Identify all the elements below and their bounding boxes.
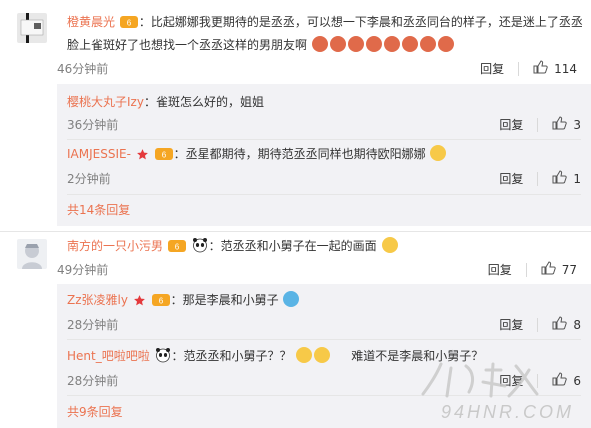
comment-text-cont: 脸上雀斑好了也想找一个丞丞这样的男朋友啊 — [67, 38, 308, 52]
reply-time: 28分钟前 — [67, 318, 119, 332]
comment-time: 49分钟前 — [57, 263, 109, 277]
svg-text:6: 6 — [127, 19, 132, 28]
laugh-emoji-icon — [383, 36, 400, 52]
laugh-emoji-icon — [296, 347, 313, 363]
panda-emoji-icon — [192, 237, 208, 259]
reply-time: 28分钟前 — [67, 374, 119, 388]
reply-username[interactable]: IAMJESSIE- — [67, 147, 131, 161]
reply-button[interactable]: 回复 — [499, 116, 523, 133]
reply-button[interactable]: 回复 — [499, 316, 523, 333]
reply-item: IAMJESSIE- 6 ：丞星都期待，期待范丞丞同样也期待欧阳娜娜 2分钟前 回… — [67, 140, 581, 195]
svg-text:6: 6 — [161, 151, 166, 160]
avatar[interactable] — [17, 13, 47, 43]
like-button[interactable]: 8 — [552, 316, 581, 333]
reply-button[interactable]: 回复 — [488, 261, 512, 278]
like-count: 77 — [561, 262, 577, 277]
vip-crown-icon: 6 — [151, 293, 170, 313]
thumbs-up-icon — [552, 116, 568, 133]
like-button[interactable]: 3 — [552, 116, 581, 133]
thumbs-up-icon — [533, 60, 548, 77]
svg-text:6: 6 — [175, 243, 180, 252]
laugh-emoji-icon — [329, 36, 346, 52]
like-button[interactable]: 77 — [541, 261, 577, 278]
divider — [525, 262, 527, 277]
watermark-text: 94HNR.COM — [441, 402, 574, 422]
like-button[interactable]: 1 — [552, 170, 581, 187]
view-more-replies-link[interactable]: 共14条回复 — [67, 201, 130, 218]
thumbs-up-icon — [541, 261, 556, 278]
like-button[interactable]: 114 — [533, 60, 577, 77]
divider — [537, 117, 539, 132]
laugh-emoji-icon — [401, 36, 418, 52]
divider — [537, 317, 539, 332]
panda-emoji-icon — [155, 347, 171, 369]
comment-username[interactable]: 橙黄晨光 — [67, 15, 115, 29]
reply-text: ：丞星都期待，期待范丞丞同样也期待欧阳娜娜 — [173, 147, 426, 161]
like-count: 8 — [573, 317, 581, 332]
kiss-emoji-icon — [430, 145, 447, 161]
reply-username[interactable]: Zz张凌雅ly — [67, 293, 128, 307]
comment-text: ：范丞丞和小舅子在一起的画面 — [208, 239, 377, 253]
laugh-emoji-icon — [419, 36, 436, 52]
thumbs-up-icon — [552, 316, 568, 333]
comment-text: ：比起娜娜我更期待的是丞丞，可以想一下李晨和丞丞同台的样子，还是迷上了丞丞 — [138, 15, 583, 29]
like-count: 3 — [573, 117, 581, 132]
laugh-emoji-icon — [365, 36, 382, 52]
divider — [518, 61, 520, 76]
laugh-emoji-icon — [311, 36, 328, 52]
vip-crown-icon: 6 — [167, 239, 186, 259]
laugh-emoji-icon — [437, 36, 454, 52]
watermark: 94HNR.COM — [411, 356, 581, 424]
vip-crown-icon: 6 — [154, 147, 173, 167]
avatar[interactable] — [17, 239, 47, 269]
reply-item: 樱桃大丸子Izy：雀斑怎么好的，姐姐 36分钟前 回复 3 — [67, 88, 581, 140]
laugh-emoji-icon — [347, 36, 364, 52]
comment-username[interactable]: 南方的一只小污男 — [67, 239, 163, 253]
reply-box: 樱桃大丸子Izy：雀斑怎么好的，姐姐 36分钟前 回复 3 IAMJESSIE-… — [57, 84, 591, 226]
divider — [537, 171, 539, 186]
reply-button[interactable]: 回复 — [480, 60, 504, 77]
red-star-icon — [136, 147, 149, 167]
comment-1: 橙黄晨光 6 ：比起娜娜我更期待的是丞丞，可以想一下李晨和丞丞同台的样子，还是迷… — [0, 0, 591, 226]
svg-text:6: 6 — [158, 297, 163, 306]
vip-crown-icon: 6 — [119, 15, 138, 35]
reply-text: ：雀斑怎么好的，姐姐 — [143, 95, 264, 109]
view-more-replies-link[interactable]: 共9条回复 — [67, 403, 123, 420]
reply-button[interactable]: 回复 — [499, 170, 523, 187]
divider — [67, 194, 581, 195]
hug-emoji-icon — [283, 291, 300, 307]
thumbs-up-icon — [552, 170, 568, 187]
heart-eyes-emoji-icon — [381, 237, 398, 253]
laugh-emoji-icon — [314, 347, 331, 363]
reply-item: Zz张凌雅ly 6 ：那是李晨和小舅子 28分钟前 回复 8 — [67, 286, 581, 340]
reply-username[interactable]: Hent_吧啦吧啦 — [67, 349, 150, 363]
comment-time: 46分钟前 — [57, 62, 109, 76]
like-count: 114 — [554, 61, 577, 76]
reply-text: ：范丞丞和小舅子？？ — [171, 349, 292, 363]
red-star-icon — [133, 293, 146, 313]
like-count: 1 — [573, 171, 581, 186]
reply-time: 2分钟前 — [67, 172, 111, 186]
reply-text: ：那是李晨和小舅子 — [170, 293, 279, 307]
divider — [67, 339, 581, 340]
reply-username[interactable]: 樱桃大丸子Izy — [67, 95, 144, 109]
reply-time: 36分钟前 — [67, 118, 119, 132]
